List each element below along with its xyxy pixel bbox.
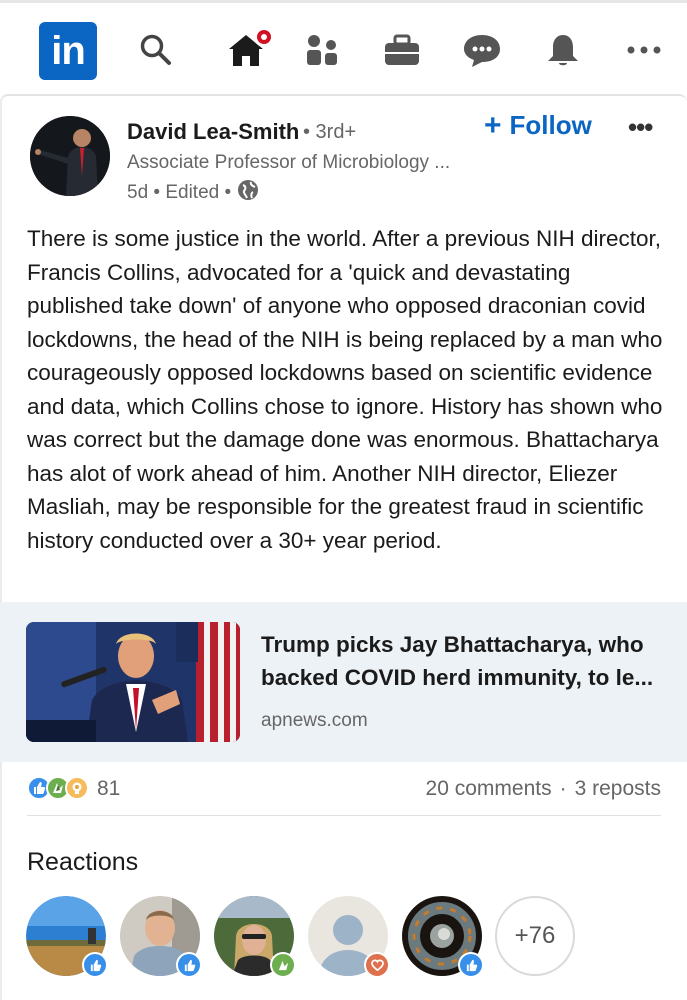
reactor-avatar[interactable] [402, 896, 484, 978]
like-badge-icon [176, 952, 202, 978]
connection-degree: • 3rd+ [303, 121, 357, 143]
link-title: Trump picks Jay Bhattacharya, who backed… [261, 632, 654, 690]
jobs-icon[interactable] [382, 21, 422, 79]
plus-icon: + [484, 108, 502, 142]
top-navigation: in [0, 0, 687, 92]
separator: · [559, 777, 567, 800]
comments-count[interactable]: 20 comments [426, 777, 552, 801]
like-badge-icon [82, 952, 108, 978]
logo-text: in [51, 28, 86, 73]
reactions-heading: Reactions [27, 848, 139, 876]
love-badge-icon [364, 952, 390, 978]
linkedin-logo[interactable]: in [39, 22, 97, 80]
celebrate-badge-icon [270, 952, 296, 978]
reposts-count[interactable]: 3 reposts [575, 777, 661, 801]
my-network-icon[interactable] [303, 21, 341, 79]
insightful-reaction-icon [65, 776, 89, 800]
reactor-avatar[interactable] [308, 896, 390, 978]
author-headline: Associate Professor of Microbiology ... [127, 152, 451, 173]
notifications-icon[interactable] [543, 21, 583, 79]
reaction-icons[interactable] [27, 776, 89, 800]
follow-button[interactable]: + Follow [484, 110, 592, 141]
more-icon[interactable] [624, 21, 664, 79]
search-icon[interactable] [136, 21, 176, 79]
link-source: apnews.com [261, 710, 368, 731]
social-counts: 20 comments · 3 reposts [426, 777, 661, 801]
globe-icon [237, 179, 259, 207]
post-meta: 5d • Edited • [127, 179, 259, 207]
post-time: 5d • Edited • [127, 182, 232, 203]
like-badge-icon [458, 952, 484, 978]
link-thumbnail [26, 622, 240, 742]
reactor-avatar[interactable] [120, 896, 202, 978]
reactor-avatar[interactable] [214, 896, 296, 978]
post-body: There is some justice in the world. Afte… [27, 226, 663, 553]
divider [27, 815, 661, 816]
more-reactors-button[interactable]: +76 [495, 896, 575, 976]
author-name[interactable]: David Lea-Smith [127, 119, 299, 145]
messaging-icon[interactable] [461, 21, 503, 79]
follow-label: Follow [509, 110, 592, 140]
link-preview[interactable]: Trump picks Jay Bhattacharya, who backed… [0, 602, 687, 762]
reactor-avatar[interactable] [26, 896, 108, 978]
home-icon[interactable] [222, 21, 274, 79]
post-options-button[interactable]: ••• [628, 112, 653, 143]
notification-dot [254, 27, 274, 47]
author-avatar[interactable] [30, 116, 110, 196]
reaction-count[interactable]: 81 [97, 777, 120, 801]
